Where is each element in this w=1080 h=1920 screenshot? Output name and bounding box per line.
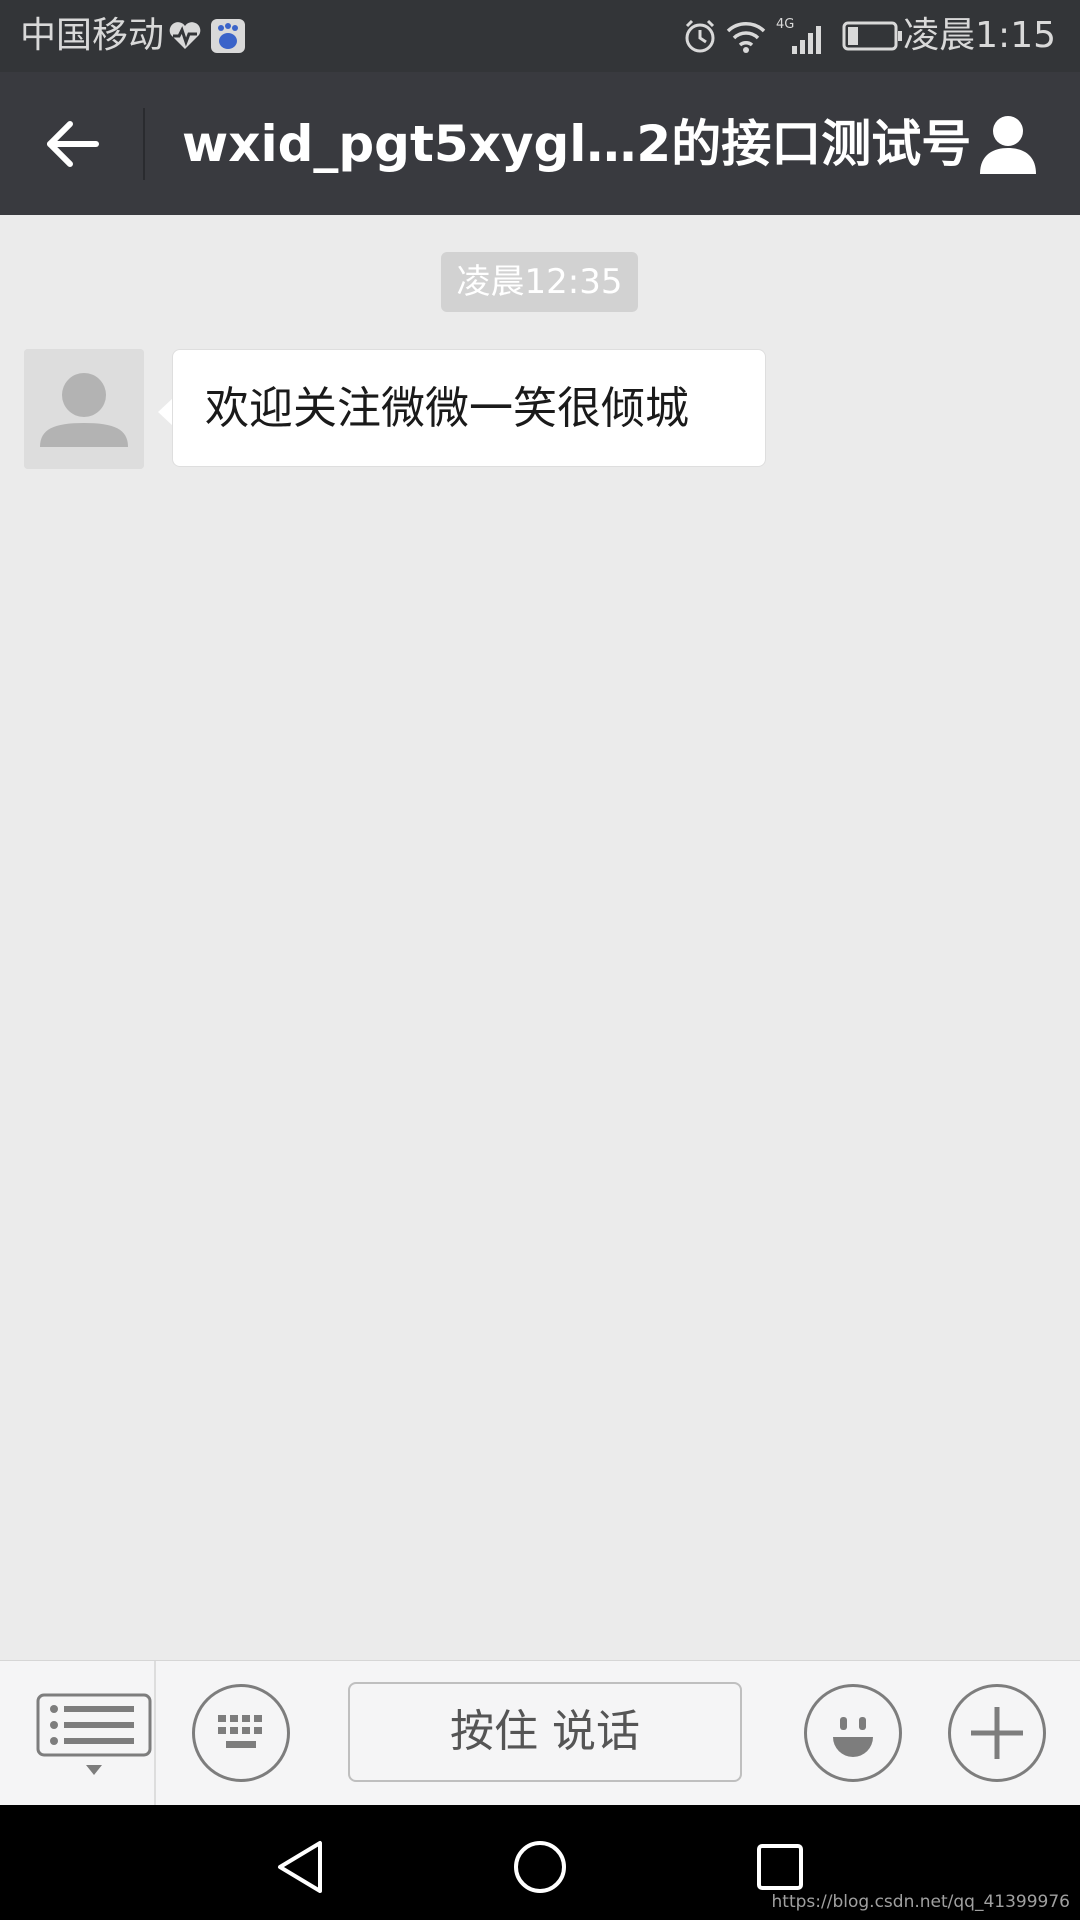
system-nav-bar: https://blog.csdn.net/qq_41399976 [0, 1805, 1080, 1920]
more-button[interactable] [948, 1684, 1046, 1782]
status-bar: 中国移动 4G 凌晨1:15 [0, 0, 1080, 72]
menu-toggle-button[interactable] [34, 1691, 154, 1791]
keyboard-button[interactable] [192, 1684, 290, 1782]
svg-text:4G: 4G [776, 17, 794, 32]
watermark-text: https://blog.csdn.net/qq_41399976 [771, 1892, 1070, 1912]
avatar[interactable] [24, 349, 144, 469]
default-avatar-icon [24, 349, 144, 469]
nav-recents-button[interactable] [750, 1837, 810, 1897]
emoji-button[interactable] [804, 1684, 902, 1782]
input-divider [154, 1661, 156, 1806]
carrier-label: 中国移动 [20, 15, 165, 56]
header-divider [143, 108, 145, 180]
profile-icon [980, 116, 1036, 174]
message-bubble[interactable]: 欢迎关注微微一笑很倾城 [172, 349, 766, 467]
nav-home-button[interactable] [510, 1837, 570, 1897]
hold-to-talk-button[interactable]: 按住 说话 [348, 1682, 742, 1782]
menu-list-icon [36, 1693, 152, 1775]
message-timestamp: 凌晨12:35 [441, 252, 638, 312]
baidu-app-icon [210, 0, 246, 72]
nav-back-button[interactable] [272, 1837, 332, 1897]
battery-icon [842, 0, 904, 72]
back-arrow-icon [47, 121, 99, 167]
square-recents-icon [757, 1844, 803, 1890]
alarm-icon [682, 0, 718, 72]
chat-header: wxid_pgt5xygl…2的接口测试号 [0, 72, 1080, 215]
circle-home-icon [514, 1841, 566, 1893]
back-button[interactable] [30, 102, 114, 186]
heart-icon [168, 0, 202, 72]
wifi-icon [726, 0, 766, 72]
clock-time: 凌晨1:15 [903, 15, 1056, 56]
chat-area[interactable]: 凌晨12:35 欢迎关注微微一笑很倾城 [0, 215, 1080, 1660]
emoji-icon [833, 1717, 873, 1757]
bubble-tail [158, 398, 173, 426]
chat-title: wxid_pgt5xygl…2的接口测试号 [182, 115, 972, 173]
triangle-back-icon [278, 1841, 322, 1893]
input-bar: 按住 说话 [0, 1660, 1080, 1806]
plus-icon [971, 1707, 1023, 1759]
keyboard-icon [218, 1715, 262, 1748]
cellular-signal-icon: 4G [774, 0, 830, 72]
profile-button[interactable] [966, 102, 1050, 186]
